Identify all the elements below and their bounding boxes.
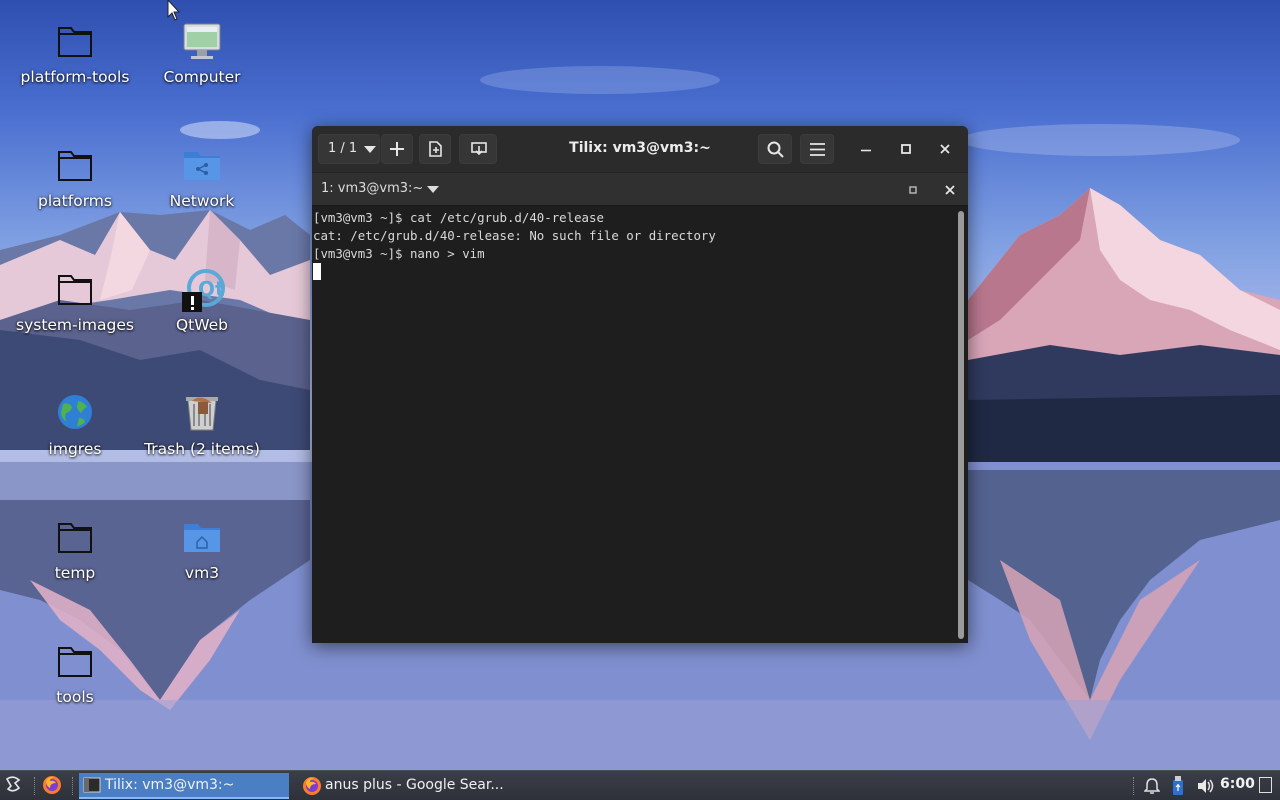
task-label: Tilix: vm3@vm3:~ (105, 777, 235, 793)
desktop-icon-platform-tools[interactable]: platform-tools (10, 4, 140, 114)
maximize-icon (901, 144, 911, 154)
session-counter: 1 / 1 (328, 141, 358, 156)
minimize-button[interactable] (852, 134, 878, 164)
computer-icon (182, 20, 222, 64)
show-desktop-button[interactable] (1259, 777, 1272, 793)
search-button[interactable] (758, 134, 792, 164)
desktop-icon-imgres[interactable]: imgres (10, 376, 140, 486)
desktop-icon-label: Trash (2 items) (144, 440, 260, 458)
add-right-icon (429, 141, 442, 157)
search-icon (767, 141, 784, 158)
maximize-button[interactable] (892, 134, 918, 164)
svg-text:Qt: Qt (198, 277, 225, 301)
window-title: Tilix: vm3@vm3:~ (569, 140, 711, 156)
volume-icon[interactable] (1196, 777, 1214, 795)
session-switcher-button[interactable]: 1 / 1 (318, 134, 380, 164)
split-down-button[interactable] (459, 134, 497, 164)
close-icon (940, 144, 950, 154)
folder-icon (55, 20, 95, 64)
mouse-pointer-icon (167, 0, 181, 21)
terminal-icon (83, 777, 101, 793)
task-label: anus plus - Google Sear... (325, 777, 504, 793)
usb-drive-icon[interactable] (1171, 776, 1185, 796)
desktop-icon-label: temp (54, 564, 96, 582)
desktop-icon-label: platform-tools (20, 68, 130, 86)
terminal-title-bar[interactable]: 1: vm3@vm3:~ (312, 172, 968, 206)
desktop-icon-vm3[interactable]: vm3 (137, 500, 267, 610)
desktop-icon-label: imgres (48, 440, 102, 458)
terminal-output[interactable]: [vm3@vm3 ~]$ cat /etc/grub.d/40-release c… (312, 206, 956, 643)
close-button[interactable] (931, 134, 957, 164)
notification-bell-icon[interactable] (1144, 777, 1160, 795)
add-down-icon (471, 142, 487, 156)
desktop-icon-label: platforms (38, 192, 112, 210)
taskbar-clock[interactable]: 6:00 (1220, 776, 1255, 792)
terminal-line: cat: /etc/grub.d/40-release: No such fil… (313, 228, 716, 243)
folder-icon (55, 144, 95, 188)
minimize-icon (861, 149, 871, 152)
split-right-button[interactable] (419, 134, 451, 164)
chevron-down-icon (364, 146, 376, 153)
qtweb-icon: Qt (182, 268, 225, 312)
globe-icon (55, 392, 95, 436)
desktop-icon-label: vm3 (184, 564, 220, 582)
tilix-window[interactable]: 1 / 1 Tilix: vm3@vm3:~ 1: vm3@vm3:~ [vm3… (312, 126, 968, 643)
terminal-scrollbar[interactable] (958, 211, 964, 639)
task-button-firefox[interactable]: anus plus - Google Sear... (298, 773, 508, 799)
folder-icon (55, 516, 95, 560)
network-folder-icon (182, 144, 222, 188)
firefox-icon (303, 777, 321, 795)
desktop-icon-tools[interactable]: tools (10, 624, 140, 734)
terminal-cursor-line (313, 263, 956, 281)
home-folder-icon (182, 516, 222, 560)
firefox-launcher-icon[interactable] (42, 775, 62, 795)
menu-button[interactable] (800, 134, 834, 164)
task-button-tilix[interactable]: Tilix: vm3@vm3:~ (79, 773, 289, 799)
desktop-icon-qtweb[interactable]: Qt QtWeb (137, 252, 267, 362)
desktop-icon-label: Network (169, 192, 235, 210)
folder-icon (55, 268, 95, 312)
plus-icon (390, 142, 404, 156)
add-session-button[interactable] (381, 134, 413, 164)
desktop-icon-platforms[interactable]: platforms (10, 128, 140, 238)
terminal-line: [vm3@vm3 ~]$ nano > vim (313, 246, 485, 261)
desktop-icon-label: QtWeb (175, 316, 229, 334)
maximize-terminal-icon[interactable] (909, 186, 917, 194)
taskbar-separator (1133, 777, 1135, 795)
close-terminal-icon[interactable] (945, 185, 955, 195)
desktop-icon-label: system-images (16, 316, 134, 334)
window-titlebar[interactable]: 1 / 1 Tilix: vm3@vm3:~ (312, 126, 968, 172)
desktop-icon-temp[interactable]: temp (10, 500, 140, 610)
desktop-icon-trash[interactable]: Trash (2 items) (137, 376, 267, 486)
start-menu-icon[interactable] (4, 775, 24, 795)
taskbar-separator (72, 777, 74, 795)
hamburger-menu-icon (810, 143, 825, 156)
taskbar: Tilix: vm3@vm3:~ anus plus - Google Sear… (0, 770, 1280, 800)
taskbar-separator (34, 777, 36, 795)
chevron-down-icon[interactable] (427, 186, 439, 194)
desktop-icon-network[interactable]: Network (137, 128, 267, 238)
terminal-line: [vm3@vm3 ~]$ cat /etc/grub.d/40-release (313, 210, 604, 225)
desktop-icon-label: tools (56, 688, 94, 706)
terminal-cursor (313, 263, 321, 280)
terminal-title: 1: vm3@vm3:~ (321, 181, 424, 196)
folder-icon (55, 640, 95, 684)
desktop-icon-computer[interactable]: Computer (137, 4, 267, 114)
desktop-icon-system-images[interactable]: system-images (10, 252, 140, 362)
trash-icon (182, 392, 222, 436)
desktop-icon-label: Computer (163, 68, 241, 86)
